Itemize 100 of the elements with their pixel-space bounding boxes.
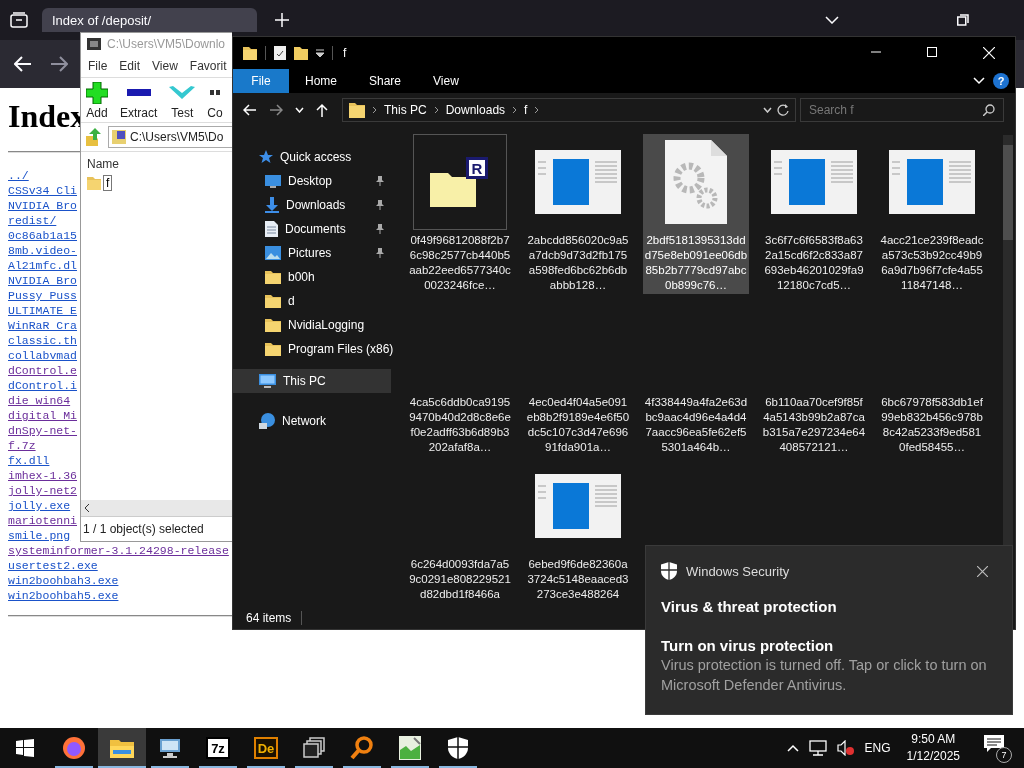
file-item[interactable]: 2abcdd856020c9a5a7dcb9d73d2fb175a598fed6bc62b6dbabbb128… [525, 134, 631, 294]
file-item[interactable]: 6ebed9f6de82360a3724c5148eaaced3273ce3e488264 [525, 458, 631, 607]
dropdown-icon[interactable] [763, 107, 772, 113]
nav-item[interactable]: Program Files (x86) [233, 337, 400, 361]
path-field[interactable]: C:\Users\VM5\Do [108, 126, 232, 148]
nav-item[interactable]: Documents [233, 217, 391, 241]
back-arrow-icon[interactable] [14, 56, 32, 72]
file-row[interactable]: f [103, 175, 113, 191]
taskbar-button[interactable]: De [242, 728, 290, 768]
file-link[interactable]: NVIDIA Bro [8, 273, 77, 288]
browser-tab[interactable]: Index of /deposit/ [42, 8, 257, 32]
up-folder-icon[interactable] [85, 128, 103, 146]
file-link[interactable]: 8mb.video- [8, 243, 77, 258]
maximize-icon[interactable] [927, 47, 937, 57]
nav-item[interactable]: Quick access [233, 145, 391, 169]
file-item[interactable]: 4ca5c6ddb0ca91959470b40d2d8c8e6ef0e2adff63b6d89b3202afaf8a… [407, 296, 513, 456]
file-link[interactable]: systeminformer-3.1.24298-release [8, 543, 229, 558]
taskbar-button[interactable]: 7z [194, 728, 242, 768]
column-header[interactable]: Name [81, 152, 125, 173]
file-item[interactable]: 4acc21ce239f8eadca573c53b92cc49b96a9d7b96f7cfe4a5511847148… [879, 134, 985, 294]
menu-item[interactable]: File [88, 59, 108, 73]
chevron-up-icon[interactable] [786, 744, 799, 752]
nav-item[interactable]: Downloads [233, 193, 391, 217]
chevron-down-icon[interactable] [825, 16, 839, 24]
file-link[interactable]: usertest2.exe [8, 558, 98, 573]
file-link[interactable]: fx.dll [8, 453, 50, 468]
breadcrumb-item[interactable]: Downloads [445, 103, 506, 117]
back-arrow-icon[interactable] [243, 104, 257, 116]
file-link[interactable]: classic.th [8, 333, 77, 348]
file-link[interactable]: Al21mfc.dl [8, 258, 77, 273]
file-link[interactable]: imhex-1.36 [8, 468, 77, 483]
file-link[interactable]: 0c86ab1a15 [8, 228, 77, 243]
new-folder-icon[interactable] [294, 46, 308, 60]
file-link[interactable]: jolly-net2 [8, 483, 77, 498]
file-link[interactable]: ../ [8, 168, 29, 183]
chevron-down-icon[interactable] [973, 77, 985, 85]
plus-icon[interactable] [275, 13, 289, 27]
toolbar-button[interactable]: Extract [117, 82, 161, 120]
restore-icon[interactable] [957, 14, 969, 26]
search-field[interactable]: Search f [800, 98, 1004, 122]
file-link[interactable]: WinRaR Cra [8, 318, 77, 333]
file-link[interactable]: redist/ [8, 213, 57, 228]
file-link[interactable]: mariotenni [8, 513, 77, 528]
file-link[interactable]: collabvmad [8, 348, 77, 363]
up-arrow-icon[interactable] [316, 103, 328, 117]
ribbon-tab[interactable]: File [233, 69, 289, 93]
file-link[interactable]: f.7z [8, 438, 36, 453]
menu-item[interactable]: View [152, 59, 178, 73]
file-link[interactable]: die win64 [8, 393, 71, 408]
file-item[interactable]: 2bdf5181395313ddd75e8eb091ee06db85b2b7779cd97abc0b899c76… [643, 134, 749, 294]
properties-icon[interactable] [274, 46, 286, 60]
clock[interactable]: 9:50 AM 1/12/2025 [906, 731, 960, 765]
menu-item[interactable]: Favorit [189, 59, 227, 73]
breadcrumb-item[interactable]: f [524, 103, 528, 117]
file-link[interactable]: smile.png [8, 528, 71, 543]
nav-item[interactable]: d [233, 289, 391, 313]
breadcrumb-item[interactable]: This PC [384, 103, 427, 117]
toolbar-button[interactable]: Co [204, 82, 226, 120]
file-link[interactable]: NVIDIA Bro [8, 198, 77, 213]
file-link[interactable]: dnSpy-net- [8, 423, 77, 438]
file-link[interactable]: dControl.i [8, 378, 77, 393]
file-link[interactable]: Pussy Puss [8, 288, 77, 303]
file-link[interactable]: dControl.e [8, 363, 77, 378]
file-link[interactable]: jolly.exe [8, 498, 71, 513]
menu-item[interactable]: Edit [119, 59, 141, 73]
volume-muted-icon[interactable] [836, 740, 855, 756]
nav-item[interactable]: Pictures [233, 241, 391, 265]
nav-item[interactable]: NvidiaLogging [233, 313, 391, 337]
help-button[interactable]: ? [993, 73, 1009, 89]
file-item[interactable]: 6c264d0093fda7a59c0291e808229521d82dbd1f8466a [407, 458, 513, 607]
taskbar-button[interactable] [98, 728, 146, 768]
file-item[interactable]: 4ec0ed4f04a5e091eb8b2f9189e4e6f50dc5c107c3d47e69691fda901a… [525, 296, 631, 456]
nav-item[interactable]: This PC [233, 369, 391, 393]
ribbon-tab[interactable]: Home [289, 69, 353, 93]
notification-center-button[interactable]: 7 [984, 735, 1010, 761]
notification-toast[interactable]: Windows Security Virus & threat protection Turn on virus protection Virus protection is turned off. Tap or click to turn on Microsoft Defender Antivirus. [645, 545, 1013, 715]
file-link[interactable]: win2boohbah3.exe [8, 573, 119, 588]
dropdown-icon[interactable] [316, 49, 324, 57]
file-item[interactable]: 6b110aa70cef9f85f4a5143b99b2a87cab315a7e297234e64408572121… [761, 296, 867, 456]
refresh-icon[interactable] [777, 104, 789, 116]
file-link[interactable]: win2boohbah5.exe [8, 588, 119, 603]
file-link[interactable]: CSSv34 Cli [8, 183, 77, 198]
file-link[interactable]: ULTIMATE E [8, 303, 77, 318]
nav-item[interactable]: b00h [233, 265, 391, 289]
file-item[interactable]: 6bc67978f583db1ef99eb832b456c978b8c42a5233f9ed5810fed58455… [879, 296, 985, 456]
toolbar-button[interactable]: Test [166, 82, 199, 120]
address-bar[interactable]: This PC Downloads f [342, 98, 796, 122]
forward-arrow-icon[interactable] [50, 56, 68, 72]
file-item[interactable]: 4f338449a4fa2e63dbc9aac4d96e4a4d47aacc96ea5fe62ef55301a464b… [643, 296, 749, 456]
ribbon-tab[interactable]: Share [353, 69, 418, 93]
recent-locations-icon[interactable] [295, 107, 304, 113]
tab-list-icon[interactable] [10, 12, 28, 28]
close-icon[interactable] [977, 565, 988, 577]
language-indicator[interactable]: ENG [864, 741, 891, 755]
file-item[interactable]: 3c6f7c6f6583f8a632a15cd6f2c833a87693eb46201029fa912180c7cd5… [761, 134, 867, 294]
file-link[interactable]: digital Mi [8, 408, 77, 423]
nav-item[interactable]: Desktop [233, 169, 391, 193]
ribbon-tab[interactable]: View [417, 69, 475, 93]
horizontal-scrollbar[interactable] [81, 500, 232, 516]
toolbar-button[interactable]: Add [83, 82, 111, 120]
